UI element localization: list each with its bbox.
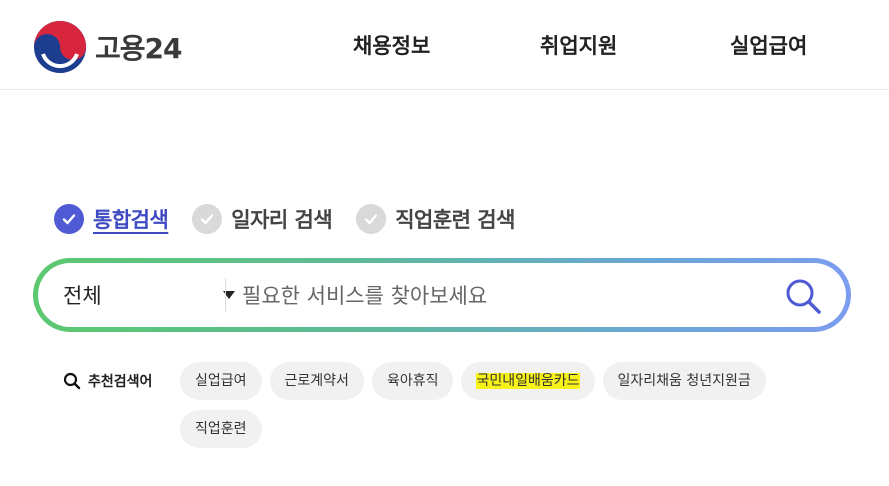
search-icon bbox=[63, 372, 81, 390]
highlighted-keyword: 국민내일배움카드 bbox=[476, 373, 580, 389]
search-bar-inner: 전체 bbox=[38, 263, 846, 327]
tab-label: 일자리 검색 bbox=[231, 208, 333, 232]
keyword-chip[interactable]: 직업훈련 bbox=[180, 410, 262, 448]
nav-item-jobs[interactable]: 채용정보 bbox=[353, 30, 430, 60]
keyword-chip[interactable]: 실업급여 bbox=[180, 362, 262, 400]
site-logo[interactable]: 고용24 bbox=[33, 20, 182, 74]
keyword-chip[interactable]: 국민내일배움카드 bbox=[461, 362, 595, 400]
nav-item-employment-support[interactable]: 취업지원 bbox=[540, 30, 617, 60]
keyword-chip[interactable]: 육아휴직 bbox=[371, 362, 454, 400]
check-icon bbox=[54, 204, 84, 234]
logo-text: 고용24 bbox=[95, 32, 182, 65]
search-bar: 전체 bbox=[33, 258, 851, 332]
site-header: 고용24 채용정보 취업지원 실업급여 bbox=[0, 0, 889, 90]
check-icon bbox=[192, 204, 223, 234]
tab-label: 통합검색 bbox=[93, 208, 169, 232]
search-scope-value: 전체 bbox=[63, 284, 102, 308]
search-icon[interactable] bbox=[784, 277, 822, 315]
nav-item-unemployment-benefits[interactable]: 실업급여 bbox=[730, 30, 807, 60]
recommended-keywords-label: 추천검색어 bbox=[63, 371, 152, 391]
recommended-label-text: 추천검색어 bbox=[88, 374, 153, 390]
search-input[interactable] bbox=[240, 273, 764, 319]
divider bbox=[225, 278, 226, 312]
search-scope-select[interactable]: 전체 bbox=[63, 263, 235, 327]
keyword-chip[interactable]: 일자리채움 청년지원금 bbox=[602, 362, 766, 400]
keyword-chip[interactable]: 근로계약서 bbox=[269, 362, 364, 400]
tab-job-search[interactable]: 일자리 검색 bbox=[192, 204, 333, 234]
tab-training-search[interactable]: 직업훈련 검색 bbox=[356, 204, 515, 234]
search-type-tabs: 통합검색 일자리 검색 직업훈련 검색 bbox=[54, 204, 539, 234]
tab-label: 직업훈련 검색 bbox=[395, 208, 515, 232]
recommended-keyword-list: 실업급여 근로계약서 육아휴직 국민내일배움카드 일자리채움 청년지원금 직업훈… bbox=[180, 362, 840, 458]
taegeuk-logo-icon bbox=[34, 21, 86, 73]
tab-integrated-search[interactable]: 통합검색 bbox=[54, 204, 169, 234]
check-icon bbox=[356, 204, 387, 234]
